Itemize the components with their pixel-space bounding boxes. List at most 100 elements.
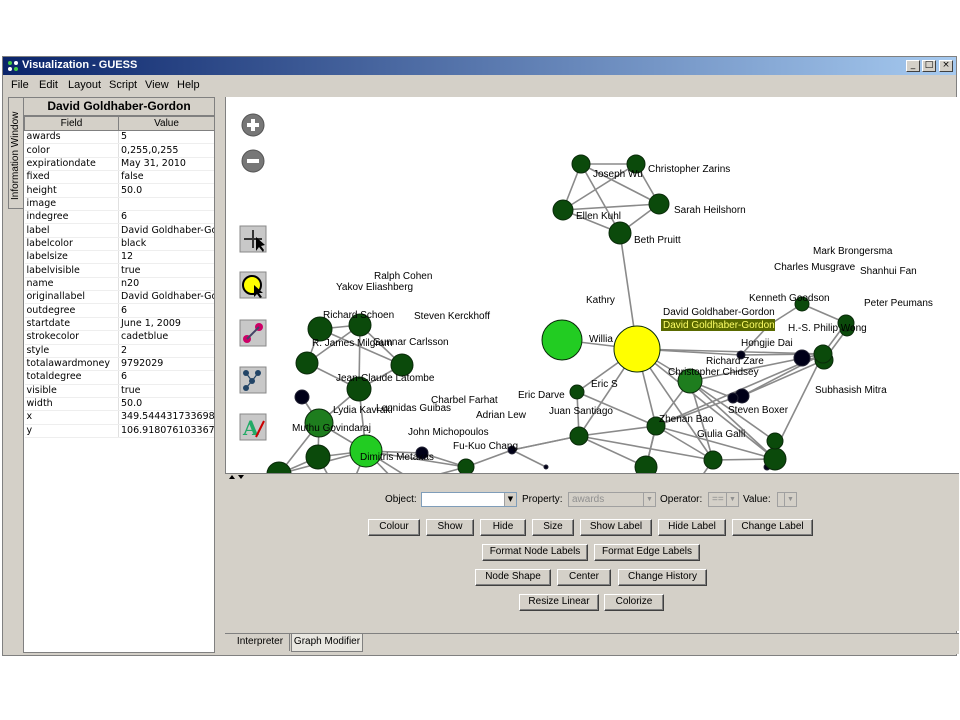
property-row[interactable]: labelsize 12 [24,250,214,265]
property-row[interactable]: originallabelDavid Goldhaber-Go... [24,290,214,305]
colorize-button[interactable]: Colorize [604,594,664,611]
node-label[interactable]: Charbel Farhat [431,395,498,406]
graph-node[interactable] [294,389,310,405]
node-label[interactable]: Shanhui Fan [860,266,917,277]
node-label[interactable]: Christopher Zarins [648,164,730,175]
menu-help[interactable]: Help [177,79,200,91]
value-column-header[interactable]: Value [118,116,214,131]
node-label[interactable]: Richard Schoen [323,310,394,321]
property-row[interactable]: outdegree 6 [24,303,214,318]
graph-node[interactable] [613,325,661,373]
property-value[interactable]: true [118,263,214,278]
value-select[interactable]: ▼ [777,492,797,507]
colour-button[interactable]: Colour [368,519,420,536]
node-edit-tool-icon[interactable] [239,319,267,347]
property-row[interactable]: awards 5 [24,130,214,145]
node-label[interactable]: Muthu Govindaraj [292,423,371,434]
property-row[interactable]: height 50.0 [24,183,214,198]
property-value[interactable]: black [118,237,214,252]
graph-canvas[interactable]: Joseph Wu Christopher Zarins Ellen Kuhl Sar… [225,97,960,517]
node-label[interactable]: Giulia Galli [697,429,745,440]
close-button[interactable]: × [939,60,953,72]
node-label[interactable]: Peter Peumans [864,298,933,309]
tab-interpreter[interactable]: Interpreter [231,634,290,651]
node-label[interactable]: Gunnar Carlsson [373,337,449,348]
property-value[interactable]: 349.54443173369805 [118,410,214,425]
property-value[interactable]: 0,255,0,255 [118,143,214,158]
property-value[interactable]: June 1, 2009 [118,317,214,332]
property-value[interactable]: 9792029 [118,357,214,372]
menu-file[interactable]: File [11,79,29,91]
hide-button[interactable]: Hide [480,519,526,536]
node-label[interactable]: Adrian Lew [476,410,527,421]
node-label[interactable]: Steven Boxer [728,405,789,416]
graph-node[interactable] [552,199,574,221]
node-label[interactable]: Jean-Claude Latombe [336,373,435,384]
property-value[interactable]: 50.0 [118,183,214,198]
node-label[interactable]: Willia [589,334,613,345]
property-row[interactable]: fixed false [24,170,214,185]
property-value[interactable]: 12 [118,250,214,265]
menu-view[interactable]: View [145,79,169,91]
property-row[interactable]: indegree 6 [24,210,214,225]
node-label[interactable]: Eric S [591,379,618,390]
change-history-button[interactable]: Change History [618,569,707,586]
minimize-button[interactable]: _ [906,60,920,72]
property-row[interactable]: labelvisible true [24,263,214,278]
node-label[interactable]: Mark Brongersma [813,246,893,257]
property-select[interactable]: awards ▼ [568,492,656,507]
property-value[interactable] [118,197,214,212]
property-row[interactable]: startdate June 1, 2009 [24,317,214,332]
property-row[interactable]: visible true [24,384,214,398]
chevron-down-icon[interactable]: ▼ [726,493,738,506]
property-row[interactable]: totalawardmoney 9792029 [24,357,214,372]
node-label[interactable]: Zhenan Bao [659,414,714,425]
node-label[interactable]: Eric Darve [518,390,565,401]
property-value[interactable]: 50.0 [118,397,214,412]
center-button[interactable]: Center [557,569,611,586]
property-row[interactable]: style 2 [24,344,214,358]
node-label[interactable]: Richard Zare [706,356,764,367]
node-label[interactable]: Yakov Eliashberg [336,282,413,293]
property-value[interactable]: n20 [118,277,214,292]
property-row[interactable]: width 50.0 [24,397,214,412]
operator-select[interactable]: == ▼ [708,492,739,507]
show-label-button[interactable]: Show Label [580,519,652,536]
property-value[interactable]: cadetblue [118,330,214,345]
graph-node[interactable] [763,447,787,471]
text-style-tool-icon[interactable]: A [239,413,267,441]
select-tool-icon[interactable] [239,271,267,299]
graph-node[interactable] [543,464,549,470]
property-value[interactable]: David Goldhaber-Go... [118,290,214,305]
graph-node[interactable] [608,221,632,245]
node-label[interactable]: Subhasish Mitra [815,385,887,396]
graph-node[interactable] [571,154,591,174]
property-row[interactable]: x349.54443173369805 [24,410,214,425]
menu-script[interactable]: Script [109,79,137,91]
property-value[interactable]: 2 [118,344,214,358]
graph-node[interactable] [305,444,331,470]
zoom-out-icon[interactable] [241,149,265,173]
graph-node[interactable] [648,193,670,215]
property-row[interactable]: labelcolor black [24,237,214,252]
node-label[interactable]: Steven Kerckhoff [414,311,490,322]
property-value[interactable]: 6 [118,210,214,225]
node-label[interactable]: Christopher Chidsey [668,367,759,378]
object-select[interactable]: ▼ [421,492,517,507]
property-value[interactable]: false [118,170,214,185]
chevron-down-icon[interactable]: ▼ [784,493,796,506]
graph-node[interactable] [813,344,833,364]
tab-graph-modifier[interactable]: Graph Modifier [291,634,363,652]
node-label[interactable]: H.-S. Philip Wong [788,323,867,334]
node-shape-button[interactable]: Node Shape [475,569,551,586]
format-edge-labels-button[interactable]: Format Edge Labels [594,544,700,561]
property-row[interactable]: y106.91807610336735 [24,424,214,438]
property-value[interactable]: 6 [118,370,214,385]
property-value[interactable]: 5 [118,130,214,145]
node-label[interactable]: Ellen Kuhl [576,211,621,222]
graph-node[interactable] [541,319,583,361]
property-row[interactable]: labelDavid Goldhaber-Go... [24,223,214,238]
graph-node[interactable] [634,455,658,479]
node-label[interactable]: Kathry [586,295,615,306]
node-label[interactable]: Beth Pruitt [634,235,681,246]
